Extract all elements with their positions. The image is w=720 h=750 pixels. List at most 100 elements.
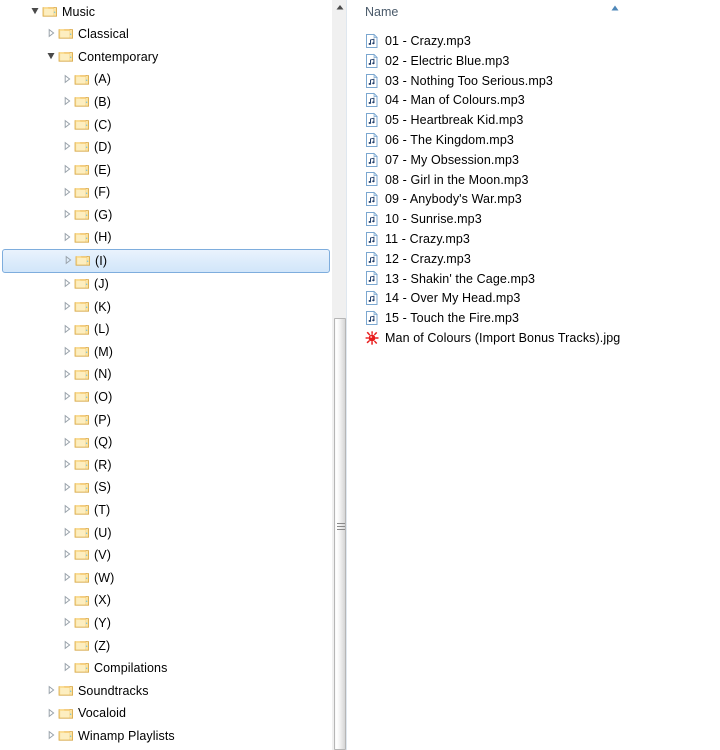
file-list-item[interactable]: 10 - Sunrise.mp3 xyxy=(347,210,720,230)
tree-item[interactable]: (O) xyxy=(0,386,332,409)
tree-item[interactable]: Classical xyxy=(0,23,332,46)
chevron-right-icon[interactable] xyxy=(60,437,74,447)
file-list-item[interactable]: 15 - Touch the Fire.mp3 xyxy=(347,309,720,329)
chevron-right-icon[interactable] xyxy=(61,255,75,265)
folder-icon xyxy=(74,434,90,450)
tree-item[interactable]: (P) xyxy=(0,408,332,431)
file-list[interactable]: 01 - Crazy.mp3 02 - Electric Blue.mp3 03 -… xyxy=(347,25,720,349)
chevron-right-icon[interactable] xyxy=(60,301,74,311)
file-list-item[interactable]: 05 - Heartbreak Kid.mp3 xyxy=(347,111,720,131)
chevron-right-icon[interactable] xyxy=(60,187,74,197)
tree-item[interactable]: (B) xyxy=(0,90,332,113)
file-list-item[interactable]: 09 - Anybody's War.mp3 xyxy=(347,190,720,210)
chevron-right-icon[interactable] xyxy=(60,346,74,356)
tree-item-selected[interactable]: (I) xyxy=(2,248,330,273)
chevron-right-icon[interactable] xyxy=(44,685,58,695)
navigation-pane[interactable]: Music Classical Contemporary (A) (B) (C) (D) (E… xyxy=(0,0,332,750)
chevron-right-icon[interactable] xyxy=(60,640,74,650)
chevron-right-icon[interactable] xyxy=(60,527,74,537)
file-list-item[interactable]: 11 - Crazy.mp3 xyxy=(347,230,720,250)
tree-item[interactable]: (Z) xyxy=(0,634,332,657)
chevron-right-icon[interactable] xyxy=(44,730,58,740)
tree-item[interactable]: Compilations xyxy=(0,657,332,680)
tree-item[interactable]: Soundtracks xyxy=(0,679,332,702)
file-list-item[interactable]: 06 - The Kingdom.mp3 xyxy=(347,131,720,151)
chevron-right-icon[interactable] xyxy=(60,369,74,379)
navigation-pane-scrollbar[interactable] xyxy=(332,0,347,750)
scroll-up-button[interactable] xyxy=(333,0,347,17)
chevron-down-icon[interactable] xyxy=(28,6,42,16)
tree-item-label: (O) xyxy=(94,390,113,405)
chevron-right-icon[interactable] xyxy=(60,96,74,106)
chevron-down-icon[interactable] xyxy=(44,51,58,61)
file-list-item[interactable]: 02 - Electric Blue.mp3 xyxy=(347,52,720,72)
tree-item-label: (Z) xyxy=(94,638,111,653)
chevron-right-icon[interactable] xyxy=(44,708,58,718)
tree-item[interactable]: (E) xyxy=(0,158,332,181)
chevron-right-icon[interactable] xyxy=(60,572,74,582)
tree-item[interactable]: (V) xyxy=(0,544,332,567)
chevron-right-icon[interactable] xyxy=(60,391,74,401)
tree-item[interactable]: (X) xyxy=(0,589,332,612)
chevron-right-icon[interactable] xyxy=(60,662,74,672)
tree-item[interactable]: Winamp Playlists xyxy=(0,724,332,747)
tree-item[interactable]: (S) xyxy=(0,476,332,499)
mp3-file-icon xyxy=(364,191,380,207)
file-list-item[interactable]: 08 - Girl in the Moon.mp3 xyxy=(347,171,720,191)
grip-lines-icon xyxy=(337,523,345,532)
chevron-right-icon[interactable] xyxy=(44,28,58,38)
scroll-thumb[interactable] xyxy=(334,318,346,750)
chevron-right-icon[interactable] xyxy=(60,617,74,627)
tree-item[interactable]: (F) xyxy=(0,181,332,204)
tree-item[interactable]: (L) xyxy=(0,318,332,341)
tree-item[interactable]: (W) xyxy=(0,566,332,589)
tree-item[interactable]: (Q) xyxy=(0,431,332,454)
tree-item[interactable]: Music xyxy=(0,0,332,23)
tree-item[interactable]: (R) xyxy=(0,453,332,476)
chevron-right-icon[interactable] xyxy=(60,209,74,219)
chevron-right-icon[interactable] xyxy=(60,595,74,605)
chevron-right-icon[interactable] xyxy=(60,482,74,492)
folder-tree[interactable]: Music Classical Contemporary (A) (B) (C) (D) (E… xyxy=(0,0,332,747)
tree-item[interactable]: Contemporary xyxy=(0,45,332,68)
file-list-item[interactable]: 04 - Man of Colours.mp3 xyxy=(347,91,720,111)
file-list-item[interactable]: 07 - My Obsession.mp3 xyxy=(347,151,720,171)
file-list-item[interactable]: 14 - Over My Head.mp3 xyxy=(347,289,720,309)
chevron-right-icon[interactable] xyxy=(60,278,74,288)
chevron-right-icon[interactable] xyxy=(60,414,74,424)
tree-item[interactable]: (J) xyxy=(0,273,332,296)
file-list-item[interactable]: 03 - Nothing Too Serious.mp3 xyxy=(347,72,720,92)
tree-item[interactable]: (N) xyxy=(0,363,332,386)
chevron-right-icon[interactable] xyxy=(60,74,74,84)
file-list-pane[interactable]: Name 01 - Crazy.mp3 02 - Electric Blue.mp… xyxy=(347,0,720,750)
tree-item[interactable]: Vocaloid xyxy=(0,702,332,725)
column-header-row[interactable]: Name xyxy=(347,0,720,25)
tree-item[interactable]: (A) xyxy=(0,68,332,91)
column-header-name[interactable]: Name xyxy=(365,5,398,19)
chevron-right-icon[interactable] xyxy=(60,324,74,334)
tree-item-label: (G) xyxy=(94,207,113,222)
chevron-right-icon[interactable] xyxy=(60,549,74,559)
chevron-right-icon[interactable] xyxy=(60,504,74,514)
chevron-right-icon[interactable] xyxy=(60,164,74,174)
tree-item[interactable]: (H) xyxy=(0,226,332,249)
tree-item[interactable]: (M) xyxy=(0,340,332,363)
file-list-item[interactable]: 13 - Shakin' the Cage.mp3 xyxy=(347,270,720,290)
chevron-right-icon[interactable] xyxy=(60,232,74,242)
tree-item[interactable]: (D) xyxy=(0,136,332,159)
chevron-right-icon[interactable] xyxy=(60,119,74,129)
chevron-right-icon[interactable] xyxy=(60,459,74,469)
chevron-right-icon[interactable] xyxy=(60,141,74,151)
tree-item-label: (W) xyxy=(94,570,115,585)
tree-item[interactable]: (U) xyxy=(0,521,332,544)
tree-item-label: (R) xyxy=(94,457,112,472)
file-list-item[interactable]: Man of Colours (Import Bonus Tracks).jpg xyxy=(347,329,720,349)
tree-item[interactable]: (C) xyxy=(0,113,332,136)
tree-item[interactable]: (Y) xyxy=(0,611,332,634)
file-list-item[interactable]: 01 - Crazy.mp3 xyxy=(347,32,720,52)
file-list-item[interactable]: 12 - Crazy.mp3 xyxy=(347,250,720,270)
tree-item[interactable]: (G) xyxy=(0,203,332,226)
tree-item[interactable]: (K) xyxy=(0,295,332,318)
tree-item[interactable]: (T) xyxy=(0,498,332,521)
file-name-label: 03 - Nothing Too Serious.mp3 xyxy=(385,73,553,88)
